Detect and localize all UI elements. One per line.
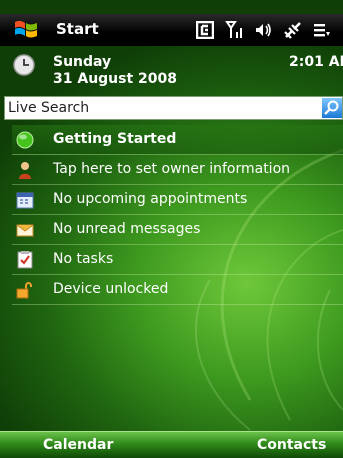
- clock-icon: [13, 54, 35, 76]
- date-label: 31 August 2008: [53, 71, 178, 87]
- activesync-icon[interactable]: [196, 21, 214, 39]
- list-item-owner-info[interactable]: Tap here to set owner information: [12, 155, 343, 185]
- item-label: Tap here to set owner information: [53, 161, 291, 177]
- volume-icon[interactable]: [254, 21, 272, 39]
- date-time-panel[interactable]: Sunday 31 August 2008 2:01 AM: [0, 46, 343, 94]
- tasks-icon: [17, 251, 33, 269]
- list-item-getting-started[interactable]: Getting Started: [12, 125, 343, 155]
- search-input[interactable]: [8, 97, 324, 119]
- lock-icon: [16, 282, 32, 299]
- item-label: Device unlocked: [53, 281, 169, 297]
- live-search-box: [4, 96, 343, 120]
- item-label: Getting Started: [53, 131, 177, 147]
- item-label: No upcoming appointments: [53, 191, 248, 207]
- status-icons: [196, 20, 330, 40]
- list-item-messages[interactable]: No unread messages: [12, 215, 343, 245]
- day-label: Sunday: [53, 54, 112, 70]
- time-label[interactable]: 2:01 AM: [289, 54, 343, 70]
- softkey-calendar[interactable]: Calendar: [43, 437, 113, 453]
- search-icon: [324, 100, 339, 115]
- title-text[interactable]: Start: [56, 20, 99, 38]
- item-label: No tasks: [53, 251, 114, 267]
- item-label: No unread messages: [53, 221, 201, 237]
- calendar-icon: [16, 192, 34, 209]
- menu-icon[interactable]: [314, 21, 330, 39]
- connectivity-icon[interactable]: [283, 20, 303, 40]
- owner-icon: [19, 162, 31, 179]
- list-item-device-lock[interactable]: Device unlocked: [12, 275, 343, 305]
- signal-icon[interactable]: [225, 20, 243, 40]
- list-item-tasks[interactable]: No tasks: [12, 245, 343, 275]
- list-item-appointments[interactable]: No upcoming appointments: [12, 185, 343, 215]
- search-button[interactable]: [321, 98, 342, 118]
- softkey-contacts[interactable]: Contacts: [257, 437, 326, 453]
- messages-icon: [16, 224, 34, 237]
- getting-started-icon: [16, 131, 34, 149]
- title-bar: Start: [0, 14, 343, 46]
- softkey-bar: Calendar Contacts: [0, 431, 343, 458]
- start-flag-icon[interactable]: [13, 18, 39, 42]
